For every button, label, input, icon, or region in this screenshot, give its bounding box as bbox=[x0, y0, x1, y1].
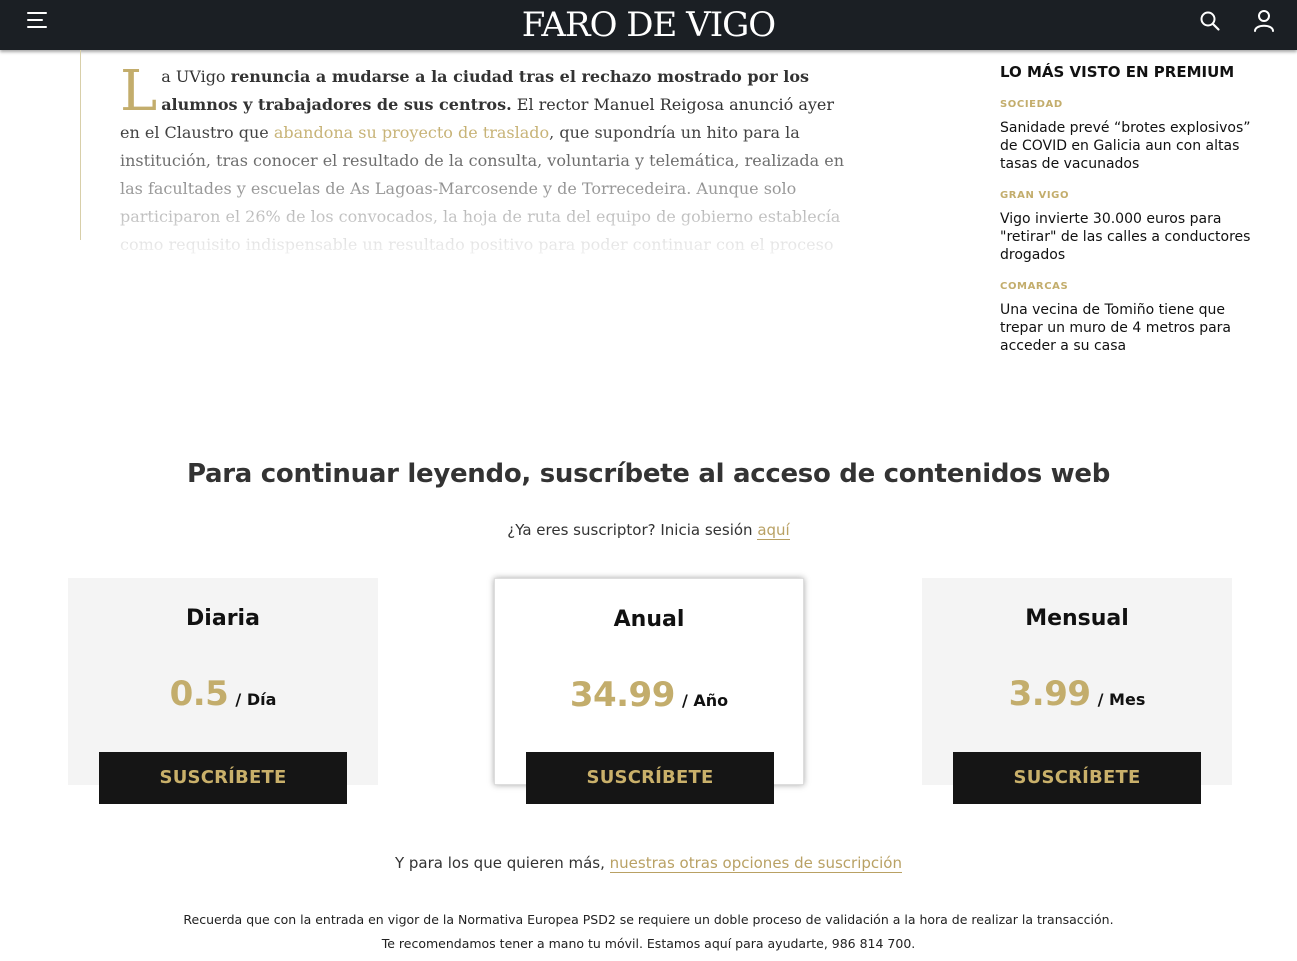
price-unit: / Mes bbox=[1097, 690, 1146, 709]
top-header: FARO DE VIGO bbox=[0, 0, 1297, 50]
sidebar-item-headline[interactable]: Vigo invierte 30.000 euros para "retirar… bbox=[1000, 210, 1270, 264]
login-prompt-text: ¿Ya eres suscriptor? Inicia sesión bbox=[507, 521, 758, 539]
article-side-rule bbox=[80, 50, 81, 240]
sidebar-title: LO MÁS VISTO EN PREMIUM bbox=[1000, 63, 1235, 81]
subscribe-button-anual[interactable]: SUSCRÍBETE bbox=[526, 752, 774, 804]
login-link[interactable]: aquí bbox=[757, 521, 790, 540]
sidebar-item[interactable]: SOCIEDAD Sanidade prevé “brotes explosiv… bbox=[1000, 99, 1270, 173]
sidebar-item-category[interactable]: SOCIEDAD bbox=[1000, 99, 1270, 111]
login-prompt: ¿Ya eres suscriptor? Inicia sesión aquí bbox=[0, 519, 1297, 541]
price-unit: / Día bbox=[235, 690, 277, 709]
plan-name: Diaria bbox=[186, 606, 260, 631]
search-icon[interactable] bbox=[1199, 10, 1221, 32]
article-text-start: a UVigo bbox=[161, 67, 231, 86]
paywall-title: Para continuar leyendo, suscríbete al ac… bbox=[186, 459, 1111, 489]
sidebar-item[interactable]: COMARCAS Una vecina de Tomiño tiene que … bbox=[1000, 281, 1270, 355]
price-value: 3.99 bbox=[1008, 674, 1091, 714]
price-value: 0.5 bbox=[169, 674, 229, 714]
psd2-notice-line2: Te recomendamos tener a mano tu móvil. E… bbox=[381, 936, 916, 951]
psd2-notice-line1: Recuerda que con la entrada en vigor de … bbox=[183, 912, 1114, 927]
more-options-text: Y para los que quieren más, bbox=[394, 854, 610, 872]
article-paragraph: La UVigo renuncia a mudarse a la ciudad … bbox=[120, 63, 850, 259]
sidebar-item-category[interactable]: COMARCAS bbox=[1000, 281, 1270, 293]
dropcap: L bbox=[120, 63, 158, 124]
site-logo[interactable]: FARO DE VIGO bbox=[0, 4, 1297, 46]
premium-sidebar: LO MÁS VISTO EN PREMIUM SOCIEDAD Sanidad… bbox=[1000, 62, 1270, 355]
price-unit: / Año bbox=[681, 691, 729, 710]
subscribe-button-diaria[interactable]: SUSCRÍBETE bbox=[99, 752, 347, 804]
plan-name: Anual bbox=[613, 607, 685, 632]
more-options-link[interactable]: nuestras otras opciones de suscripción bbox=[609, 854, 902, 873]
sidebar-item-headline[interactable]: Sanidade prevé “brotes explosivos” de CO… bbox=[1000, 119, 1270, 173]
more-options: Y para los que quieren más, nuestras otr… bbox=[0, 852, 1297, 874]
sidebar-item-headline[interactable]: Una vecina de Tomiño tiene que trepar un… bbox=[1000, 301, 1270, 355]
sidebar-item[interactable]: GRAN VIGO Vigo invierte 30.000 euros par… bbox=[1000, 190, 1270, 264]
plan-price: 0.5 / Día bbox=[68, 674, 378, 714]
user-icon[interactable] bbox=[1253, 9, 1275, 33]
price-value: 34.99 bbox=[569, 675, 676, 715]
article-text-end: , que supondría un hito para la instituc… bbox=[120, 123, 845, 254]
sidebar-item-category[interactable]: GRAN VIGO bbox=[1000, 190, 1270, 202]
plan-price: 3.99 / Mes bbox=[922, 674, 1232, 714]
article-excerpt: La UVigo renuncia a mudarse a la ciudad … bbox=[120, 63, 850, 263]
subscribe-button-mensual[interactable]: SUSCRÍBETE bbox=[953, 752, 1201, 804]
article-inline-link[interactable]: abandona su proyecto de traslado bbox=[274, 123, 549, 142]
psd2-notice: Recuerda que con la entrada en vigor de … bbox=[0, 908, 1297, 956]
plan-price: 34.99 / Año bbox=[495, 675, 803, 715]
plan-name: Mensual bbox=[1025, 606, 1129, 631]
